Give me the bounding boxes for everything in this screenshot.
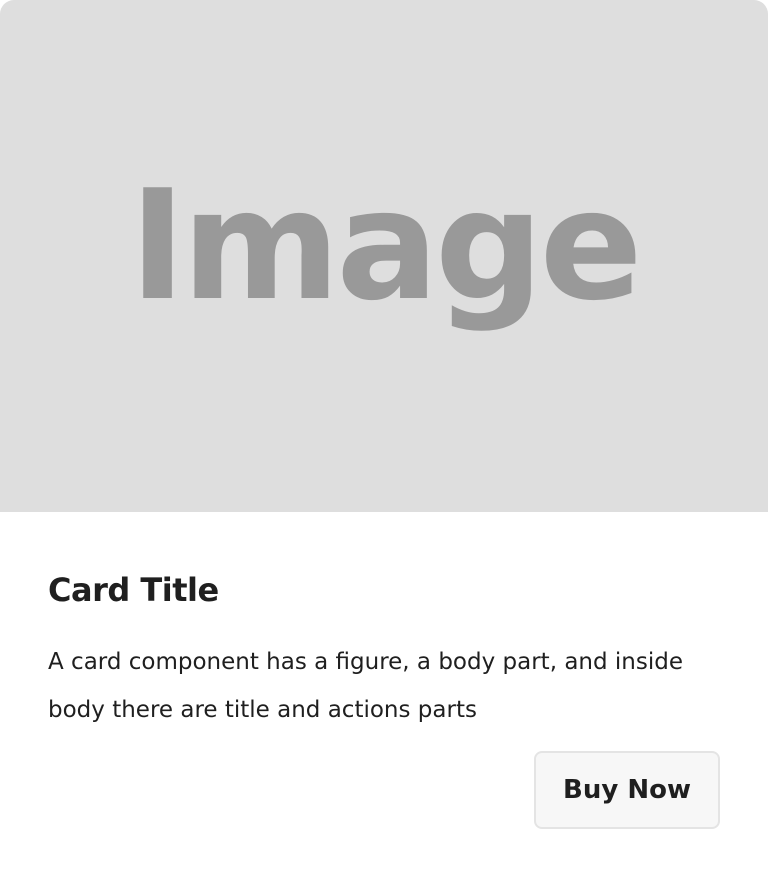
card-title: Card Title: [48, 571, 219, 609]
buy-now-button[interactable]: Buy Now: [534, 751, 720, 829]
card: Image Card Title A card component has a …: [0, 0, 768, 878]
image-placeholder: Image: [129, 157, 642, 334]
card-description: A card component has a figure, a body pa…: [48, 649, 683, 723]
card-figure: Image: [0, 0, 768, 512]
